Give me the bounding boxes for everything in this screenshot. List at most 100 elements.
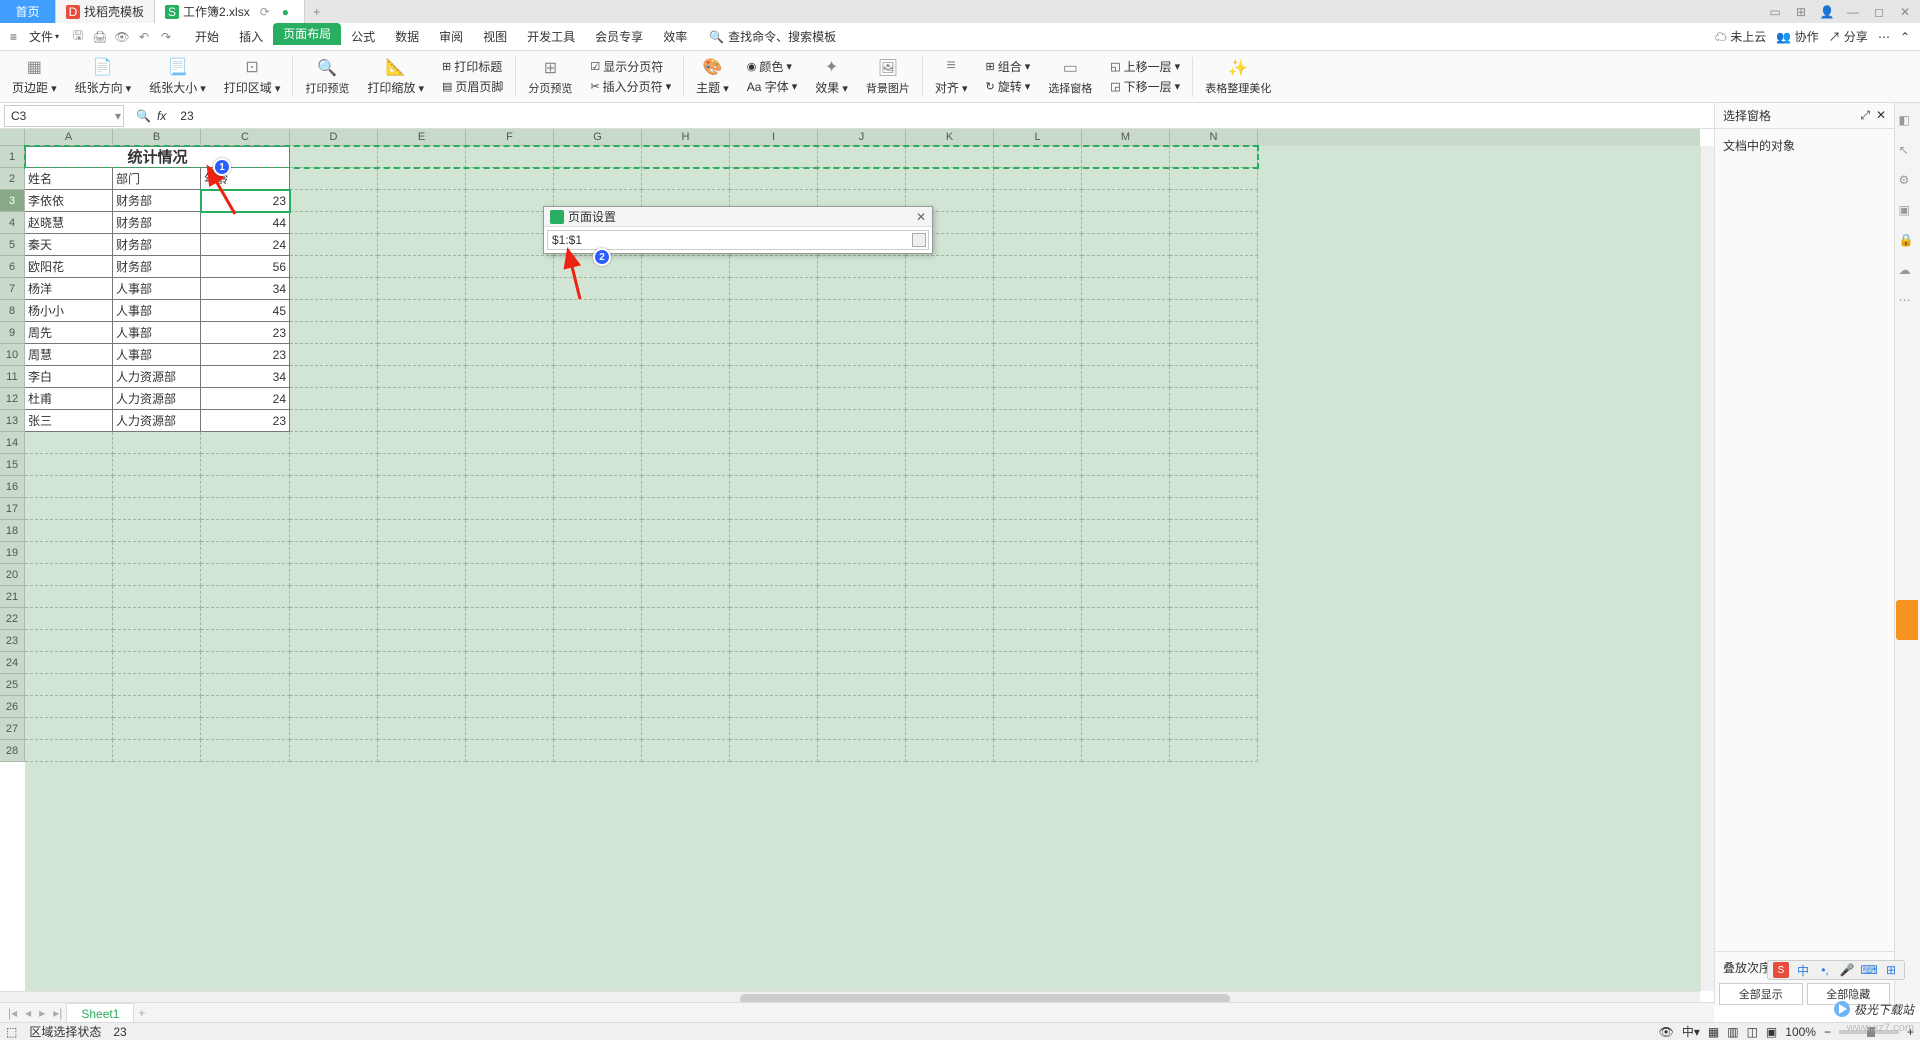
header-cell[interactable]: 部门 xyxy=(113,168,201,190)
ribbon-up[interactable]: ◱ 上移一层 ▾ xyxy=(1108,57,1182,76)
cell[interactable] xyxy=(1170,234,1258,256)
cell[interactable] xyxy=(1170,630,1258,652)
refresh-icon[interactable]: ⟳ xyxy=(260,5,272,19)
ribbon-header[interactable]: ▤ 页眉页脚 xyxy=(440,77,505,96)
cell[interactable] xyxy=(906,476,994,498)
menu-efficiency[interactable]: 效率 xyxy=(653,23,697,51)
cell[interactable] xyxy=(994,608,1082,630)
cell[interactable] xyxy=(466,498,554,520)
cell[interactable] xyxy=(378,674,466,696)
col-header[interactable]: H xyxy=(642,129,730,146)
cell[interactable] xyxy=(466,168,554,190)
cell[interactable] xyxy=(378,718,466,740)
cell[interactable] xyxy=(642,608,730,630)
pin-icon[interactable]: ● xyxy=(282,5,294,19)
row-header[interactable]: 27 xyxy=(0,718,25,740)
cell[interactable] xyxy=(1082,410,1170,432)
cell[interactable] xyxy=(554,608,642,630)
cell[interactable] xyxy=(730,520,818,542)
cell[interactable] xyxy=(1082,256,1170,278)
row-header[interactable]: 15 xyxy=(0,454,25,476)
data-cell[interactable]: 24 xyxy=(201,234,290,256)
sidebar-cloud-icon[interactable]: ☁ xyxy=(1899,263,1917,281)
cell[interactable] xyxy=(378,476,466,498)
cell[interactable] xyxy=(818,498,906,520)
col-header[interactable]: I xyxy=(730,129,818,146)
cell[interactable] xyxy=(994,256,1082,278)
cell[interactable] xyxy=(994,190,1082,212)
cell[interactable] xyxy=(1170,454,1258,476)
row-header[interactable]: 18 xyxy=(0,520,25,542)
cell[interactable] xyxy=(466,674,554,696)
add-sheet-button[interactable]: + xyxy=(134,1006,149,1020)
cell[interactable] xyxy=(378,564,466,586)
row-header[interactable]: 7 xyxy=(0,278,25,300)
cell[interactable] xyxy=(201,542,290,564)
cell[interactable] xyxy=(554,168,642,190)
cell[interactable] xyxy=(906,322,994,344)
cell[interactable] xyxy=(113,630,201,652)
cell[interactable] xyxy=(290,256,378,278)
cell[interactable] xyxy=(378,322,466,344)
data-cell[interactable]: 人力资源部 xyxy=(113,388,201,410)
collapse-icon[interactable]: ⌃ xyxy=(1900,30,1910,44)
cell[interactable] xyxy=(466,630,554,652)
cell[interactable] xyxy=(466,344,554,366)
cell[interactable] xyxy=(25,454,113,476)
cell[interactable] xyxy=(290,322,378,344)
data-cell[interactable]: 秦天 xyxy=(25,234,113,256)
menu-review[interactable]: 审阅 xyxy=(429,23,473,51)
cell[interactable] xyxy=(25,476,113,498)
cell[interactable] xyxy=(1170,586,1258,608)
cell[interactable] xyxy=(818,432,906,454)
cell[interactable] xyxy=(818,608,906,630)
data-cell[interactable]: 李白 xyxy=(25,366,113,388)
row-header[interactable]: 26 xyxy=(0,696,25,718)
sidebar-lock-icon[interactable]: 🔒 xyxy=(1899,233,1917,251)
cell[interactable] xyxy=(994,454,1082,476)
cell[interactable] xyxy=(113,608,201,630)
ime-voice-icon[interactable]: 🎤 xyxy=(1839,962,1855,978)
cell[interactable] xyxy=(906,498,994,520)
cell[interactable] xyxy=(290,432,378,454)
cell[interactable] xyxy=(730,652,818,674)
col-header[interactable]: B xyxy=(113,129,201,146)
cell[interactable] xyxy=(201,520,290,542)
cell[interactable] xyxy=(642,322,730,344)
cell[interactable] xyxy=(642,300,730,322)
sheet-nav-prev[interactable]: ◂ xyxy=(21,1006,35,1020)
cell[interactable] xyxy=(290,718,378,740)
cell[interactable] xyxy=(201,608,290,630)
new-tab-button[interactable]: + xyxy=(305,5,329,19)
cell[interactable] xyxy=(818,410,906,432)
cell[interactable] xyxy=(378,498,466,520)
data-cell[interactable]: 45 xyxy=(201,300,290,322)
cell[interactable] xyxy=(290,608,378,630)
cell[interactable] xyxy=(906,256,994,278)
cell[interactable] xyxy=(466,212,554,234)
cell[interactable] xyxy=(818,586,906,608)
cell[interactable] xyxy=(906,410,994,432)
cell[interactable] xyxy=(642,388,730,410)
cell[interactable] xyxy=(818,322,906,344)
cell[interactable] xyxy=(730,696,818,718)
cell[interactable] xyxy=(378,256,466,278)
cell[interactable] xyxy=(906,608,994,630)
cell[interactable] xyxy=(290,300,378,322)
cell[interactable] xyxy=(201,740,290,762)
tab-home[interactable]: 首页 xyxy=(0,0,56,23)
cell[interactable] xyxy=(1170,674,1258,696)
cell[interactable] xyxy=(730,542,818,564)
cell[interactable] xyxy=(25,696,113,718)
cell[interactable] xyxy=(290,388,378,410)
ribbon-preview[interactable]: 🔍打印预览 xyxy=(297,53,357,101)
collab-button[interactable]: 👥 协作 xyxy=(1776,28,1818,45)
header-cell[interactable]: 姓名 xyxy=(25,168,113,190)
cell[interactable] xyxy=(1170,300,1258,322)
cell[interactable] xyxy=(466,432,554,454)
range-input[interactable]: $1:$1 xyxy=(547,230,929,250)
cell[interactable] xyxy=(290,454,378,476)
ribbon-area[interactable]: ⊡打印区域 ▾ xyxy=(216,53,289,101)
cell[interactable] xyxy=(642,278,730,300)
cell[interactable] xyxy=(201,564,290,586)
